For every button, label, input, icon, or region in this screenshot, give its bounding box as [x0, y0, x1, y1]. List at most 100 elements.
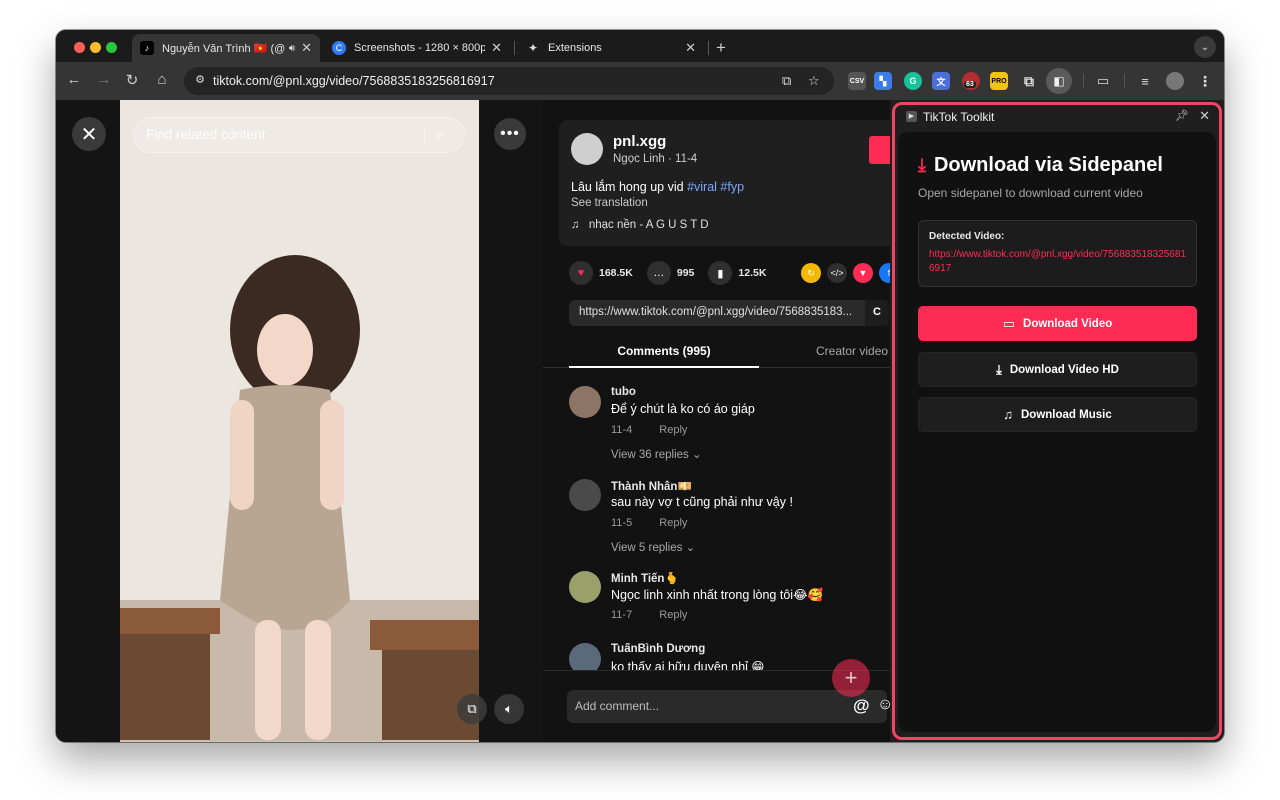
comment-action[interactable]: … 995: [646, 261, 694, 285]
home-icon[interactable]: ⌂: [152, 71, 172, 88]
minimize-window-button[interactable]: [90, 42, 101, 53]
see-translation-link[interactable]: See translation: [571, 197, 648, 209]
post-date: 11-4: [675, 153, 698, 165]
related-search-bar[interactable]: ⌕: [133, 117, 465, 153]
embed-icon[interactable]: </>: [827, 263, 847, 283]
extension-badge-count: 63: [964, 81, 976, 88]
media-controls-icon[interactable]: ≡: [1136, 72, 1154, 90]
download-video-button[interactable]: ▭ Download Video: [918, 306, 1197, 341]
music-title: nhạc nền - A G U S T D: [588, 219, 709, 231]
like-action[interactable]: ♥ 168.5K: [569, 261, 633, 285]
extension-icon[interactable]: CSV: [848, 72, 866, 90]
download-music-button[interactable]: ♫ Download Music: [918, 397, 1197, 432]
repost-icon[interactable]: ↻: [801, 263, 821, 283]
reload-icon[interactable]: ↻: [122, 71, 142, 89]
close-window-button[interactable]: [74, 42, 85, 53]
commenter-name[interactable]: tubo: [611, 386, 636, 398]
side-panel-title: TikTok Toolkit: [923, 110, 995, 124]
copy-link-button[interactable]: C: [865, 300, 889, 326]
menu-kebab-icon[interactable]: ⋮: [1196, 72, 1214, 90]
commenter-avatar[interactable]: [569, 643, 601, 673]
tab-search-chevron-icon[interactable]: ⌄: [1194, 36, 1216, 58]
address-bar[interactable]: ⚙ tiktok.com/@pnl.xgg/video/756883518325…: [184, 67, 834, 95]
add-button[interactable]: +: [832, 659, 870, 697]
forward-arrow-icon[interactable]: →: [94, 71, 114, 88]
commenter-name[interactable]: Minh Tiến🫰: [611, 571, 679, 585]
install-app-icon[interactable]: ⧉: [782, 73, 791, 89]
save-action[interactable]: ▮ 12.5K: [708, 261, 766, 285]
related-search-input[interactable]: [146, 127, 416, 142]
pip-icon[interactable]: ⧉: [457, 694, 487, 724]
panel-subtitle: Open sidepanel to download current video: [918, 186, 1143, 200]
pro-extension-icon[interactable]: PRO: [990, 72, 1008, 90]
page-content: ✕ ⌕ ••• ⧉ 🔈︎ pnl.xgg Ngọc Linh · 11-4 Lâ…: [56, 100, 899, 742]
bookmark-star-icon[interactable]: ☆: [808, 73, 820, 89]
translate-icon[interactable]: 文: [932, 72, 950, 90]
tab-screenshots[interactable]: C Screenshots - 1280 × 800px ✕: [324, 34, 510, 62]
detected-video-url[interactable]: https://www.tiktok.com/@pnl.xgg/video/75…: [929, 248, 1186, 276]
tab-comments[interactable]: Comments (995): [569, 344, 759, 358]
author-username[interactable]: pnl.xgg: [613, 133, 666, 150]
mention-button[interactable]: @: [853, 696, 870, 716]
side-panel-body: ⤓ Download via Sidepanel Open sidepanel …: [898, 132, 1216, 732]
download-video-hd-button[interactable]: ⤓ Download Video HD: [918, 352, 1197, 387]
bookmark-icon[interactable]: ▮: [708, 261, 733, 285]
comment-input[interactable]: [575, 699, 835, 713]
comment-date: 11-5: [611, 517, 633, 529]
hashtags[interactable]: #viral #fyp: [687, 180, 744, 194]
url-text[interactable]: tiktok.com/@pnl.xgg/video/75688351832568…: [213, 74, 495, 88]
music-link[interactable]: ♫ nhạc nền - A G U S T D: [571, 219, 709, 231]
comment-text: sau này vợ t cũng phải như vậy !: [611, 495, 793, 509]
reading-list-icon[interactable]: ▭: [1094, 72, 1112, 90]
extension-badge-icon[interactable]: 63: [962, 72, 980, 90]
close-side-panel-icon[interactable]: ✕: [1199, 108, 1210, 124]
site-settings-icon[interactable]: ⚙: [192, 73, 208, 89]
back-arrow-icon[interactable]: ←: [64, 71, 84, 88]
tab-divider: [514, 41, 515, 55]
extensions-puzzle-icon[interactable]: ⧉: [1020, 72, 1038, 90]
heart-icon[interactable]: ♥: [569, 261, 593, 285]
tab-tiktok[interactable]: ♪ Nguyễn Văn Trình 🇻🇳 (@tr 🔊︎ ✕: [132, 34, 320, 62]
new-tab-button[interactable]: +: [716, 38, 726, 58]
more-options-button[interactable]: •••: [494, 118, 526, 150]
extension-blocks-icon[interactable]: ▚: [874, 72, 892, 90]
reply-button[interactable]: Reply: [659, 424, 687, 436]
unpin-icon[interactable]: 📌︎: [1175, 109, 1189, 122]
close-video-button[interactable]: ✕: [72, 117, 106, 151]
commenter-avatar[interactable]: [569, 571, 601, 603]
author-avatar[interactable]: [571, 133, 603, 165]
profile-avatar[interactable]: [1166, 72, 1184, 90]
zoom-window-button[interactable]: [106, 42, 117, 53]
close-tab-icon[interactable]: ✕: [685, 40, 696, 56]
commenter-name[interactable]: Thành Nhân💴: [611, 479, 692, 493]
video-player[interactable]: [120, 100, 479, 742]
tab-extensions[interactable]: ✦ Extensions ✕: [518, 34, 704, 62]
tab-title: Nguyễn Văn Trình 🇻🇳 (@tr: [162, 42, 285, 55]
commenter-avatar[interactable]: [569, 386, 601, 418]
view-replies-button[interactable]: View 36 replies ⌄: [611, 447, 702, 461]
comment-meta: 11-4 Reply: [611, 424, 687, 436]
commenter-avatar[interactable]: [569, 479, 601, 511]
close-tab-icon[interactable]: ✕: [491, 40, 502, 56]
volume-icon[interactable]: 🔈︎: [494, 694, 524, 724]
download-icon: ⤓: [918, 155, 926, 175]
comment-tabs: Comments (995) Creator video: [543, 336, 890, 368]
comment-item: Thành Nhân💴 sau này vợ t cũng phải như v…: [569, 479, 889, 559]
comment-bubble-icon[interactable]: …: [646, 261, 671, 285]
video-area: ✕ ⌕ ••• ⧉ 🔈︎: [56, 100, 543, 742]
tab-creator-videos[interactable]: Creator video: [816, 344, 888, 358]
reply-button[interactable]: Reply: [659, 517, 687, 529]
close-tab-icon[interactable]: ✕: [301, 40, 312, 56]
comment-meta: 11-7 Reply: [611, 609, 687, 621]
speaker-icon[interactable]: 🔊︎: [289, 43, 295, 54]
search-icon[interactable]: ⌕: [436, 126, 444, 143]
comment-input-box[interactable]: @ ☺: [567, 690, 893, 723]
tab-title: Screenshots - 1280 × 800px: [354, 42, 486, 54]
send-to-friends-icon[interactable]: ▼: [853, 263, 873, 283]
reply-button[interactable]: Reply: [659, 609, 687, 621]
grammarly-icon[interactable]: G: [904, 72, 922, 90]
share-link-box[interactable]: https://www.tiktok.com/@pnl.xgg/video/75…: [569, 300, 889, 326]
side-panel-icon[interactable]: ◧: [1046, 68, 1072, 94]
view-replies-button[interactable]: View 5 replies ⌄: [611, 540, 695, 554]
commenter-name[interactable]: TuấnBình Dương: [611, 643, 705, 655]
